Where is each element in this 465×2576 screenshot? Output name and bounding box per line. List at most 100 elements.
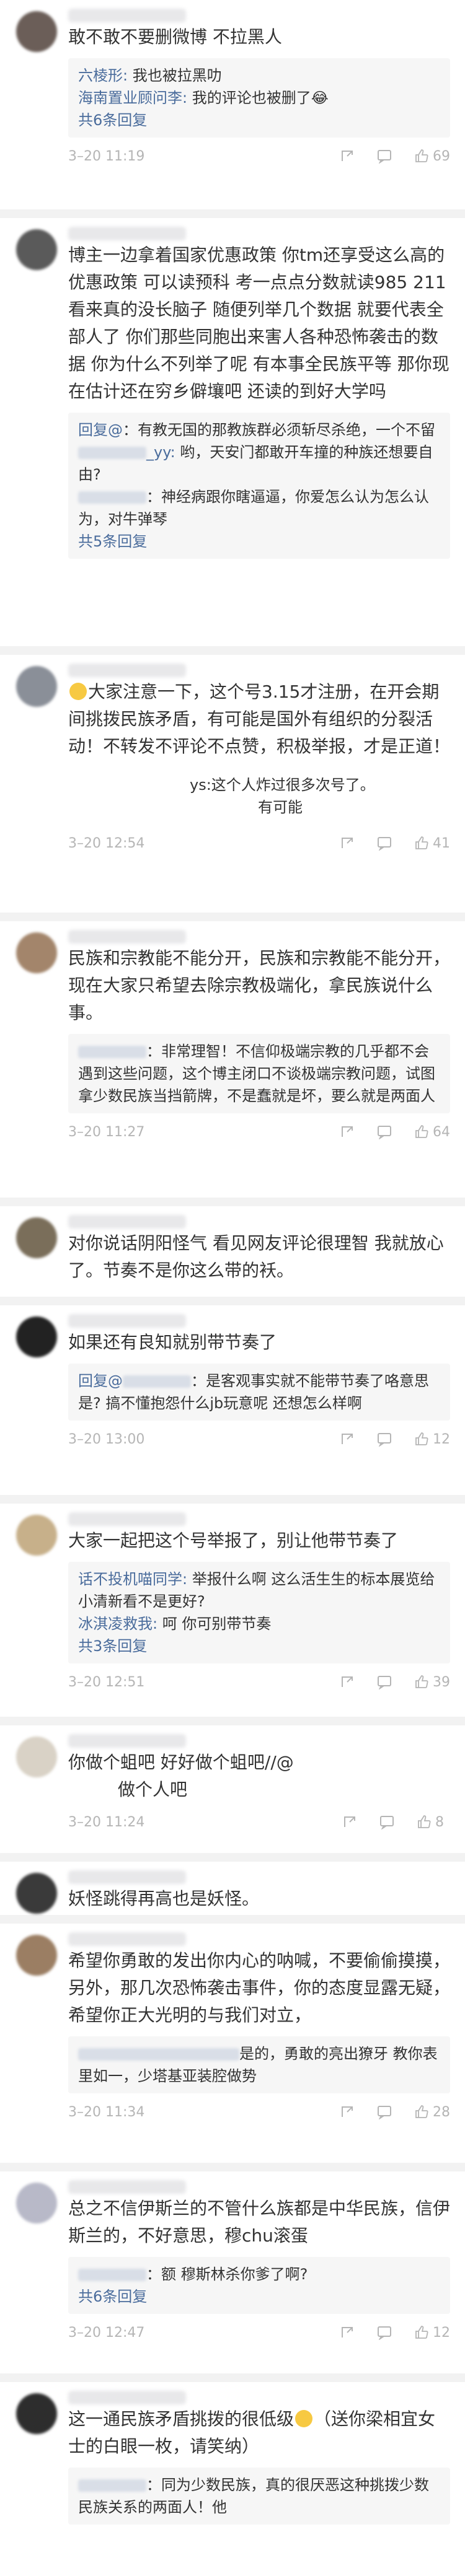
like-button[interactable]: 69 (414, 149, 450, 164)
username-redacted[interactable] (68, 1870, 186, 1884)
comment-icon[interactable] (377, 1124, 392, 1139)
username-redacted[interactable] (68, 1215, 186, 1229)
username-redacted[interactable] (68, 1734, 186, 1748)
avatar[interactable] (16, 1737, 57, 1777)
reply-item: 是的，勇敢的亮出獠牙 教你表里如一，少塔基亚装腔做势 (78, 2043, 440, 2087)
comment-footer: 3–20 11:19 69 (68, 144, 450, 169)
reply-author-redacted[interactable] (78, 2048, 239, 2061)
like-count: 41 (433, 835, 450, 851)
comment-item: 你做个蛆吧 好好做个蛆吧//@ 做个人吧 3–20 11:24 8 (0, 1725, 465, 1862)
avatar[interactable] (16, 1935, 57, 1976)
more-replies-link[interactable]: 共6条回复 (78, 2285, 440, 2308)
share-icon[interactable] (340, 2325, 355, 2340)
share-icon[interactable] (340, 149, 355, 164)
comment-icon[interactable] (377, 2105, 392, 2119)
like-button[interactable]: 28 (414, 2105, 450, 2120)
username-redacted[interactable] (68, 930, 186, 944)
comment-text: 民族和宗教能不能分开，民族和宗教能不能分开，现在大家只希望去除宗教极端化，拿民族… (68, 948, 451, 1023)
like-button[interactable]: 12 (414, 1432, 450, 1447)
comment-icon[interactable] (377, 836, 392, 851)
like-count: 8 (435, 1814, 444, 1830)
avatar[interactable] (16, 11, 57, 52)
like-button[interactable]: 39 (414, 1675, 450, 1690)
avatar[interactable] (16, 229, 57, 270)
comment-icon[interactable] (377, 1675, 392, 1689)
reply-author-redacted[interactable] (123, 1375, 191, 1388)
username-redacted[interactable] (68, 2391, 186, 2404)
reply-item: 冰淇凌救我: 呵 你可别带节奏 (78, 1613, 440, 1635)
comment-timestamp: 3–20 13:00 (68, 1431, 145, 1447)
share-icon[interactable] (340, 1432, 355, 1447)
like-button[interactable]: 41 (414, 836, 450, 851)
reply-text: ：有教无国的那教族群必须斩尽杀绝，一个不留 (123, 421, 435, 439)
share-icon[interactable] (340, 1124, 355, 1139)
comment-item: 对你说话阴阳怪气 看见网友评论很理智 我就放心了。节奏不是你这么带的袄。 (0, 1206, 465, 1305)
avatar[interactable] (16, 1217, 57, 1258)
comment-item: 总之不信伊斯兰的不管什么族都是中华民族，信伊斯兰的，不好意思，穆chu滚蛋 ：额… (0, 2171, 465, 2382)
comment-timestamp: 3–20 12:51 (68, 1674, 145, 1690)
avatar[interactable] (16, 666, 57, 707)
avatar[interactable] (16, 1873, 57, 1914)
username-redacted[interactable] (68, 2180, 186, 2194)
share-icon[interactable] (342, 1815, 357, 1829)
reply-text: 我的评论也被删了😂 (187, 89, 329, 107)
comment-text: 你做个蛆吧 好好做个蛆吧//@ 做个人吧 (68, 1749, 450, 1803)
comment-icon[interactable] (377, 2325, 392, 2340)
reply-author[interactable]: _yy: (146, 444, 175, 461)
comment-icon[interactable] (379, 1815, 394, 1829)
comment-item: 妖怪跳得再高也是妖怪。 (0, 1862, 465, 1924)
reply-box[interactable]: ：额 穆斯林杀你爹了啊? 共6条回复 (68, 2257, 450, 2314)
reply-author-redacted[interactable] (78, 1046, 146, 1058)
avatar[interactable] (16, 1316, 57, 1357)
reply-box[interactable]: 是的，勇敢的亮出獠牙 教你表里如一，少塔基亚装腔做势 (68, 2036, 450, 2093)
avatar[interactable] (16, 932, 57, 973)
reply-text: ：额 穆斯林杀你爹了啊? (146, 2266, 308, 2283)
reply-author-redacted[interactable] (78, 2269, 146, 2281)
comment-icon[interactable] (377, 149, 392, 164)
reply-author[interactable]: 冰淇凌救我: (78, 1615, 157, 1632)
username-redacted[interactable] (68, 9, 186, 22)
avatar[interactable] (16, 2183, 57, 2223)
avatar[interactable] (16, 1515, 57, 1556)
reply-author[interactable]: 海南置业顾问李: (78, 89, 187, 107)
username-redacted[interactable] (68, 227, 186, 240)
reply-item: 有可能 (78, 796, 440, 818)
reply-item: 回复@ ：是客观事实就不能带节奏了咯意思是? 搞不懂抱怨什么jb玩意呢 还想怎么样… (78, 1370, 440, 1414)
reply-author-redacted[interactable] (78, 447, 146, 459)
more-replies-link[interactable]: 共3条回复 (78, 1635, 440, 1657)
reply-item: 海南置业顾问李: 我的评论也被删了😂 (78, 87, 440, 109)
share-icon[interactable] (340, 2105, 355, 2119)
reply-author[interactable]: 话不投机喵同学: (78, 1571, 187, 1588)
reply-box[interactable]: ys:这个人炸过很多次号了。 有可能 (68, 768, 450, 825)
reply-author-redacted[interactable] (78, 491, 146, 504)
like-button[interactable]: 12 (414, 2325, 450, 2341)
reply-author[interactable]: 回复@ (78, 421, 123, 439)
share-icon[interactable] (340, 836, 355, 851)
avatar[interactable] (16, 2393, 57, 2434)
reply-box[interactable]: 六棱形: 我也被拉黑叻 海南置业顾问李: 我的评论也被删了😂 共6条回复 (68, 58, 450, 138)
comment-timestamp: 3–20 11:34 (68, 2104, 145, 2120)
like-button[interactable]: 64 (414, 1124, 450, 1140)
reply-box[interactable]: 回复@ ：是客观事实就不能带节奏了咯意思是? 搞不懂抱怨什么jb玩意呢 还想怎么样… (68, 1364, 450, 1421)
reply-box[interactable]: 话不投机喵同学: 举报什么啊 这么活生生的标本展览给小清新看不是更好? 冰淇凌救… (68, 1562, 450, 1663)
reply-box[interactable]: ：非常理智！不信仰极端宗教的几乎都不会遇到这些问题，这个博主闭口不谈极端宗教问题… (68, 1034, 450, 1113)
comment-text-content: 大家注意一下，这个号3.15才注册，在开会期间挑拨民族矛盾，有可能是国外有组织的… (68, 681, 451, 756)
like-button[interactable]: 8 (417, 1815, 450, 1830)
username-redacted[interactable] (68, 1314, 186, 1328)
comment-item: 希望你勇敢的发出你内心的呐喊，不要偷偷摸摸，另外，那几次恐怖袭击事件，你的态度显… (0, 1924, 465, 2171)
more-replies-link[interactable]: 共5条回复 (78, 530, 440, 553)
comment-footer: 3–20 12:51 39 (68, 1670, 450, 1694)
share-icon[interactable] (340, 1675, 355, 1689)
like-count: 28 (433, 2104, 450, 2120)
reply-box[interactable]: ：同为少数民族，真的很厌恶这种挑拨少数民族关系的两面人！他 (68, 2468, 450, 2525)
username-redacted[interactable] (68, 664, 186, 677)
reply-author[interactable]: 回复@ (78, 1372, 123, 1390)
reply-box[interactable]: 回复@：有教无国的那教族群必须斩尽杀绝，一个不留 _yy: 哟，天安门都敢开车撞… (68, 413, 450, 559)
comment-icon[interactable] (377, 1432, 392, 1447)
username-redacted[interactable] (68, 1512, 186, 1526)
reply-author[interactable]: 六棱形: (78, 67, 128, 84)
reply-author-redacted[interactable] (78, 2479, 146, 2492)
comment-timestamp: 3–20 12:54 (68, 835, 145, 851)
more-replies-link[interactable]: 共6条回复 (78, 109, 440, 131)
username-redacted[interactable] (68, 1932, 186, 1946)
